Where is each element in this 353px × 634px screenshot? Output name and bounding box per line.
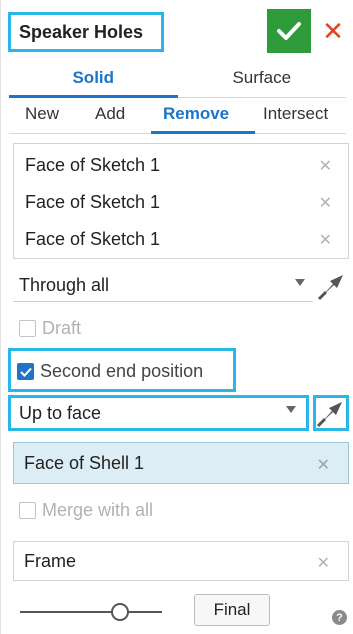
entities-selection-list[interactable]: Face of Sketch 1 ✕ Face of Sketch 1 ✕ Fa… xyxy=(13,143,349,259)
remove-icon[interactable]: ✕ xyxy=(319,193,332,213)
list-item[interactable]: Face of Sketch 1 ✕ xyxy=(14,183,348,221)
rollback-slider-handle[interactable] xyxy=(111,603,129,621)
list-item-label: Face of Sketch 1 xyxy=(25,191,161,212)
draft-checkbox-row[interactable]: Draft xyxy=(19,318,81,339)
remove-icon[interactable]: ✕ xyxy=(319,230,332,250)
feature-title: Speaker Holes xyxy=(19,21,144,42)
accept-button[interactable] xyxy=(267,9,311,53)
rollback-slider-track[interactable] xyxy=(20,611,162,613)
cancel-button[interactable]: ✕ xyxy=(317,9,349,53)
frame-label: Frame xyxy=(24,550,77,571)
checkmark-icon xyxy=(277,22,301,40)
tab-new[interactable]: New xyxy=(25,104,59,132)
chevron-down-icon xyxy=(295,279,305,286)
feature-name-field[interactable]: Speaker Holes xyxy=(8,12,164,52)
operation-tabs: New Add Remove Intersect xyxy=(9,104,346,134)
tab-intersect[interactable]: Intersect xyxy=(263,104,328,132)
second-end-checkbox-row[interactable]: Second end position xyxy=(17,361,203,382)
second-end-label: Second end position xyxy=(40,361,204,381)
remove-icon[interactable]: ✕ xyxy=(319,156,332,176)
checkmark-icon xyxy=(19,367,32,377)
second-end-checkbox[interactable] xyxy=(17,363,34,380)
end-type-select[interactable]: Through all xyxy=(13,270,313,302)
tab-surface[interactable]: Surface xyxy=(178,62,347,97)
flip-direction-icon[interactable] xyxy=(316,398,346,428)
second-end-face-label: Face of Shell 1 xyxy=(24,452,145,473)
end-type-value: Through all xyxy=(19,275,110,295)
close-icon: ✕ xyxy=(322,16,344,46)
list-item[interactable]: Face of Sketch 1 ✕ xyxy=(14,146,348,184)
draft-checkbox[interactable] xyxy=(19,320,36,337)
second-end-type-value: Up to face xyxy=(19,402,102,423)
active-tab-indicator xyxy=(151,131,255,134)
body-type-tabs: Solid Surface xyxy=(9,62,346,98)
draft-label: Draft xyxy=(42,318,82,338)
extrude-feature-dialog: Speaker Holes ✕ Solid Surface New Add Re… xyxy=(0,0,353,634)
flip-direction-icon[interactable] xyxy=(317,271,347,301)
tab-add[interactable]: Add xyxy=(95,104,125,132)
help-icon[interactable]: ? xyxy=(332,610,347,625)
remove-icon[interactable]: ✕ xyxy=(317,553,330,573)
chevron-down-icon xyxy=(286,406,296,413)
merge-checkbox[interactable] xyxy=(19,502,36,519)
tab-solid[interactable]: Solid xyxy=(9,62,178,98)
merge-checkbox-row[interactable]: Merge with all xyxy=(19,500,153,521)
remove-icon[interactable]: ✕ xyxy=(317,455,330,475)
second-end-face-selection[interactable]: Face of Shell 1 ✕ xyxy=(13,442,349,484)
list-item[interactable]: Face of Sketch 1 ✕ xyxy=(14,220,348,258)
tab-remove[interactable]: Remove xyxy=(163,104,229,132)
list-item-label: Face of Sketch 1 xyxy=(25,154,161,175)
final-button[interactable]: Final xyxy=(194,594,270,626)
merge-label: Merge with all xyxy=(42,500,154,520)
list-item-label: Face of Sketch 1 xyxy=(25,228,161,249)
frame-selection[interactable]: Frame ✕ xyxy=(13,541,349,581)
second-end-type-select[interactable]: Up to face xyxy=(13,397,304,429)
